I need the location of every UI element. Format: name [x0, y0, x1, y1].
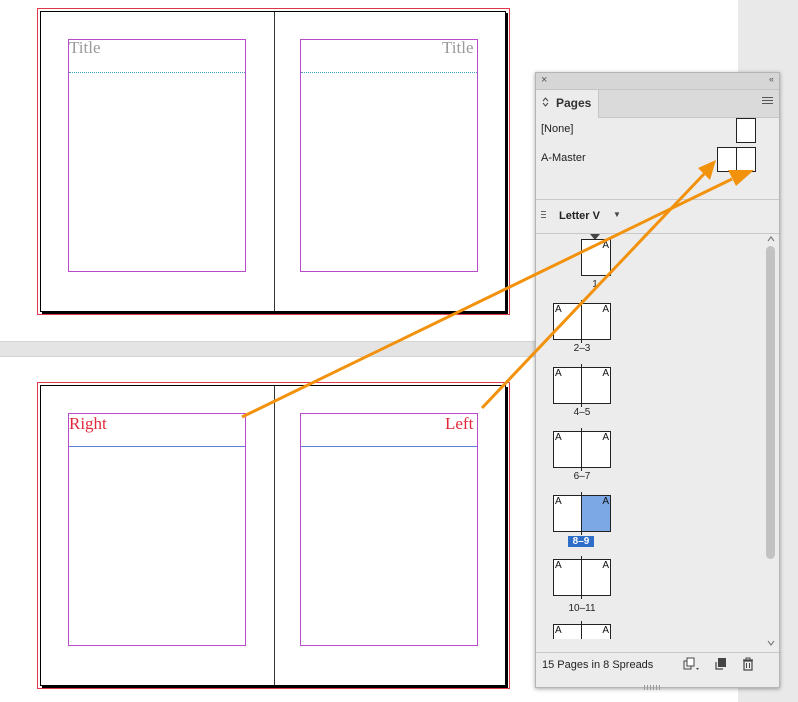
spread-number-label: 4–5: [573, 407, 591, 418]
master-applied-letter: A: [602, 304, 609, 315]
spread-thumbnail[interactable]: A A: [553, 556, 611, 599]
master-applied-letter: A: [555, 432, 562, 443]
right-title-guide: [301, 72, 477, 73]
spread-thumbnail[interactable]: A A: [553, 300, 611, 343]
scrollbar[interactable]: [764, 234, 778, 651]
pages-list[interactable]: A 1 A A 2–3 A A 4–5 A A 6–7 A A 8–9 A A …: [536, 234, 764, 639]
page-thumbnail[interactable]: A: [581, 239, 611, 276]
left-page-margins: [68, 413, 246, 646]
master-none-thumbnail[interactable]: [736, 118, 756, 143]
left-title-guide: [69, 72, 245, 73]
left-header-guide: [69, 446, 245, 447]
master-spine: [736, 148, 737, 171]
master-none-label[interactable]: [None]: [541, 123, 573, 135]
new-page-icon[interactable]: [714, 657, 728, 671]
right-page-margins: [300, 413, 478, 646]
spread-thumbnail-selected[interactable]: A A: [553, 492, 611, 535]
panel-footer: 15 Pages in 8 Spreads: [536, 652, 779, 677]
tab-label: Pages: [556, 96, 592, 110]
spread-spine: [274, 12, 275, 311]
spread-thumbnail[interactable]: A A: [553, 364, 611, 407]
pages-panel[interactable]: × ‹‹ Pages [None] A-Master Letter V ▼ A …: [535, 72, 780, 690]
page-number-label: 1: [592, 279, 598, 290]
top-spread-bleed[interactable]: Title Title: [37, 8, 510, 315]
spread-number-label: 2–3: [573, 343, 591, 354]
spread-spine: [274, 386, 275, 685]
master-applied-letter: A: [555, 560, 562, 571]
spread-thumbnail[interactable]: A A: [553, 621, 611, 639]
edit-page-size-icon[interactable]: [683, 657, 699, 671]
left-master-label[interactable]: Left: [445, 415, 473, 432]
top-spread[interactable]: Title Title: [40, 11, 506, 312]
master-applied-letter: A: [602, 432, 609, 443]
close-icon[interactable]: ×: [541, 74, 547, 86]
spread-number-label-selected: 8–9: [568, 536, 594, 547]
spread-thumbnail[interactable]: A A: [553, 428, 611, 471]
divider: [536, 199, 779, 200]
panel-titlebar[interactable]: × ‹‹: [536, 73, 779, 90]
right-master-label[interactable]: Right: [69, 415, 107, 432]
left-title-text[interactable]: Title: [69, 39, 101, 56]
master-applied-letter: A: [602, 625, 609, 636]
panel-menu-icon[interactable]: [762, 97, 773, 106]
chevron-down-icon[interactable]: ▼: [613, 210, 621, 219]
page-count-status: 15 Pages in 8 Spreads: [542, 659, 654, 671]
thumb-spine: [581, 556, 582, 599]
trash-icon[interactable]: [741, 657, 755, 671]
spread-number-label: 6–7: [573, 471, 591, 482]
thumb-spine: [581, 428, 582, 471]
left-page-margins: [68, 39, 246, 272]
bottom-spread[interactable]: Right Left: [40, 385, 506, 686]
tab-pages[interactable]: Pages: [536, 90, 599, 118]
thumb-spine: [581, 492, 582, 535]
right-header-guide: [301, 446, 477, 447]
master-applied-letter: A: [602, 560, 609, 571]
master-applied-letter: A: [555, 496, 562, 507]
right-page-margins: [300, 39, 478, 272]
page-size-row[interactable]: Letter V ▼: [536, 205, 779, 227]
master-applied-letter: A: [602, 240, 609, 251]
resize-grip-icon[interactable]: [644, 677, 664, 690]
tab-expand-icon[interactable]: [542, 97, 549, 107]
page-size-label[interactable]: Letter V: [559, 210, 600, 222]
grip-icon: [541, 211, 546, 221]
masters-section: [None] A-Master: [536, 118, 779, 198]
thumb-spine: [581, 621, 582, 639]
scroll-down-icon[interactable]: [767, 639, 775, 648]
a-master-thumbnail[interactable]: [717, 147, 756, 172]
master-applied-letter: A: [555, 625, 562, 636]
spread-number-label: 10–11: [568, 603, 596, 614]
a-master-label[interactable]: A-Master: [541, 152, 586, 164]
scroll-up-icon[interactable]: [767, 235, 775, 244]
collapse-icon[interactable]: ‹‹: [769, 74, 774, 84]
master-applied-letter: A: [555, 304, 562, 315]
master-applied-letter: A: [602, 368, 609, 379]
master-applied-letter: A: [555, 368, 562, 379]
thumb-spine: [581, 300, 582, 343]
right-title-text[interactable]: Title: [442, 39, 474, 56]
thumb-spine: [581, 364, 582, 407]
scrollbar-thumb[interactable]: [766, 246, 775, 559]
bottom-spread-bleed[interactable]: Right Left: [37, 382, 510, 689]
master-applied-letter: A: [602, 496, 609, 507]
panel-tab-row: Pages: [536, 90, 779, 118]
